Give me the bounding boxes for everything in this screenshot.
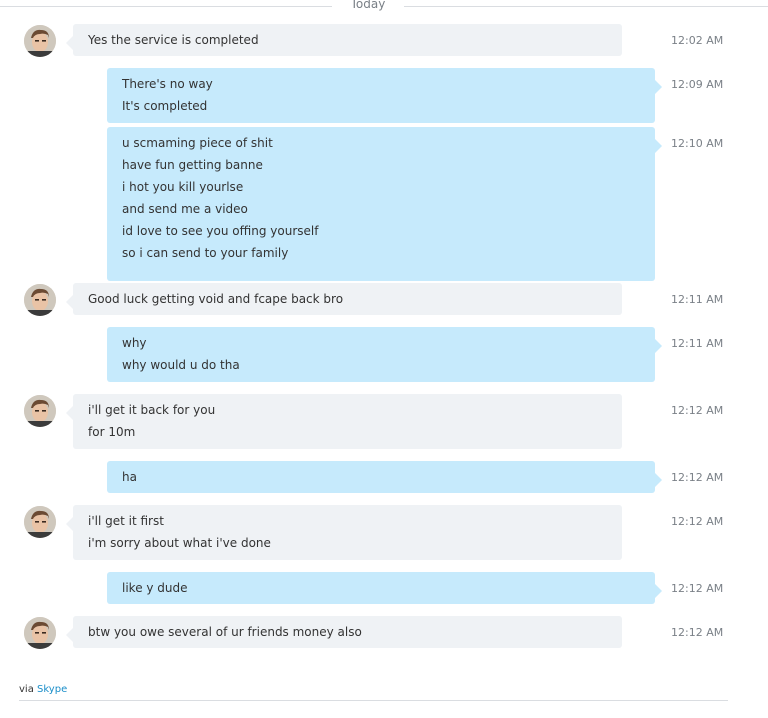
message-timestamp: 12:10 AM bbox=[671, 137, 724, 150]
message-text-line: Yes the service is completed bbox=[88, 33, 259, 47]
message-text-line: btw you owe several of ur friends money … bbox=[88, 625, 362, 639]
message-timestamp: 12:02 AM bbox=[671, 34, 724, 47]
avatar[interactable] bbox=[24, 617, 56, 649]
incoming-message-bubble[interactable]: i'll get it back for you for 10m bbox=[66, 394, 622, 449]
message-text-line: u scmaming piece of shit bbox=[122, 136, 273, 150]
message-text-line: for 10m bbox=[88, 425, 136, 439]
message-timestamp: 12:12 AM bbox=[671, 515, 724, 528]
avatar[interactable] bbox=[24, 284, 56, 316]
avatar[interactable] bbox=[24, 395, 56, 427]
divider bbox=[0, 6, 332, 7]
message-text-line: Good luck getting void and fcape back br… bbox=[88, 292, 344, 306]
divider bbox=[19, 700, 728, 701]
message-text-line: i hot you kill yourlse bbox=[122, 180, 244, 194]
message-timestamp: 12:11 AM bbox=[671, 293, 724, 306]
avatar[interactable] bbox=[24, 25, 56, 57]
divider bbox=[404, 6, 768, 7]
skype-link[interactable]: Skype bbox=[37, 684, 67, 695]
message-text-line: why bbox=[122, 336, 147, 350]
message-timestamp: 12:12 AM bbox=[671, 471, 724, 484]
message-timestamp: 12:12 AM bbox=[671, 626, 724, 639]
day-separator: Today bbox=[0, 0, 768, 14]
message-text-line: like y dude bbox=[122, 581, 188, 595]
message-text-line: why would u do tha bbox=[122, 358, 240, 372]
message-text-line: There's no way bbox=[122, 77, 213, 91]
message-text-line: so i can send to your family bbox=[122, 246, 289, 260]
outgoing-message-bubble[interactable]: There's no way It's completed bbox=[107, 68, 662, 123]
message-text-line: id love to see you offing yourself bbox=[122, 224, 319, 238]
day-separator-label: Today bbox=[350, 0, 386, 11]
footer: via Skype bbox=[19, 684, 67, 695]
message-text-line: i'll get it first bbox=[88, 514, 164, 528]
outgoing-message-bubble[interactable]: why why would u do tha bbox=[107, 327, 662, 382]
incoming-message-bubble[interactable]: Good luck getting void and fcape back br… bbox=[66, 283, 622, 315]
message-text-line: have fun getting banne bbox=[122, 158, 263, 172]
message-timestamp: 12:11 AM bbox=[671, 337, 724, 350]
message-timestamp: 12:09 AM bbox=[671, 78, 724, 91]
avatar[interactable] bbox=[24, 506, 56, 538]
incoming-message-bubble[interactable]: btw you owe several of ur friends money … bbox=[66, 616, 622, 648]
message-text-line: It's completed bbox=[122, 99, 208, 113]
message-text-line: i'll get it back for you bbox=[88, 403, 216, 417]
outgoing-message-bubble[interactable]: ha bbox=[107, 461, 662, 493]
outgoing-message-bubble[interactable]: like y dude bbox=[107, 572, 662, 604]
message-timestamp: 12:12 AM bbox=[671, 582, 724, 595]
outgoing-message-bubble[interactable]: u scmaming piece of shit have fun getting… bbox=[107, 127, 662, 281]
message-text-line: and send me a video bbox=[122, 202, 248, 216]
message-text-line: ha bbox=[122, 470, 137, 484]
footer-prefix: via bbox=[19, 684, 34, 695]
message-timestamp: 12:12 AM bbox=[671, 404, 724, 417]
message-text-line: i'm sorry about what i've done bbox=[88, 536, 271, 550]
incoming-message-bubble[interactable]: Yes the service is completed bbox=[66, 24, 622, 56]
incoming-message-bubble[interactable]: i'll get it first i'm sorry about what i'… bbox=[66, 505, 622, 560]
